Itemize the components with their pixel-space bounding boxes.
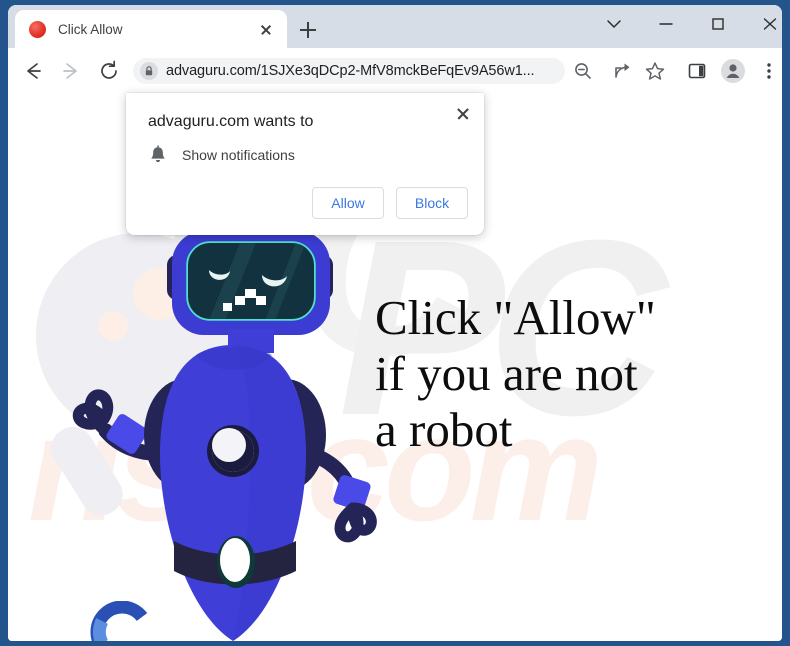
notification-permission-dialog: advaguru.com wants to Show notifications… [126, 93, 484, 235]
window-frame: Click Allow advaguru.com/1SJXe3qDCp2-MfV… [0, 0, 790, 646]
browser-tab[interactable]: Click Allow [15, 10, 287, 48]
profile-avatar[interactable] [718, 56, 748, 86]
tab-strip: Click Allow [8, 5, 782, 48]
chevron-down-icon[interactable] [593, 7, 634, 41]
lock-icon[interactable] [140, 62, 158, 80]
dialog-title: advaguru.com wants to [148, 113, 314, 130]
three-dot-menu-icon[interactable] [754, 56, 782, 86]
close-tab-icon[interactable] [254, 17, 278, 41]
headline-line-2: if you are not [375, 346, 638, 401]
browser-window: Click Allow advaguru.com/1SJXe3qDCp2-MfV… [8, 5, 782, 641]
e-captcha-logo-icon [86, 600, 158, 641]
permission-label: Show notifications [182, 147, 295, 163]
permission-row: Show notifications [149, 145, 295, 165]
block-button[interactable]: Block [396, 187, 468, 219]
tab-title: Click Allow [58, 21, 123, 37]
close-dialog-icon[interactable] [450, 101, 476, 127]
share-icon[interactable] [608, 56, 638, 86]
tab-favicon-icon [29, 20, 46, 38]
bell-icon [149, 145, 167, 165]
browser-toolbar: advaguru.com/1SJXe3qDCp2-MfV8mckBeFqEv9A… [8, 48, 782, 94]
close-window-icon[interactable] [749, 7, 782, 41]
search-icon[interactable] [568, 56, 598, 86]
new-tab-button[interactable] [294, 16, 322, 44]
address-bar-url: advaguru.com/1SJXe3qDCp2-MfV8mckBeFqEv9A… [166, 63, 535, 79]
headline-line-1: Click "Allow" [375, 290, 656, 345]
allow-button[interactable]: Allow [312, 187, 384, 219]
star-icon[interactable] [640, 56, 670, 86]
maximize-icon[interactable] [697, 7, 738, 41]
address-bar[interactable]: advaguru.com/1SJXe3qDCp2-MfV8mckBeFqEv9A… [133, 58, 565, 84]
blue-robot-illustration [68, 223, 398, 641]
forward-button[interactable] [56, 56, 86, 86]
reload-button[interactable] [94, 56, 124, 86]
dialog-actions: Allow Block [312, 187, 468, 219]
headline-line-3: a robot [375, 402, 513, 457]
minimize-icon[interactable] [645, 7, 686, 41]
back-button[interactable] [18, 56, 48, 86]
side-panel-icon[interactable] [682, 56, 712, 86]
page-headline: Click "Allow" if you are not a robot [375, 290, 735, 458]
